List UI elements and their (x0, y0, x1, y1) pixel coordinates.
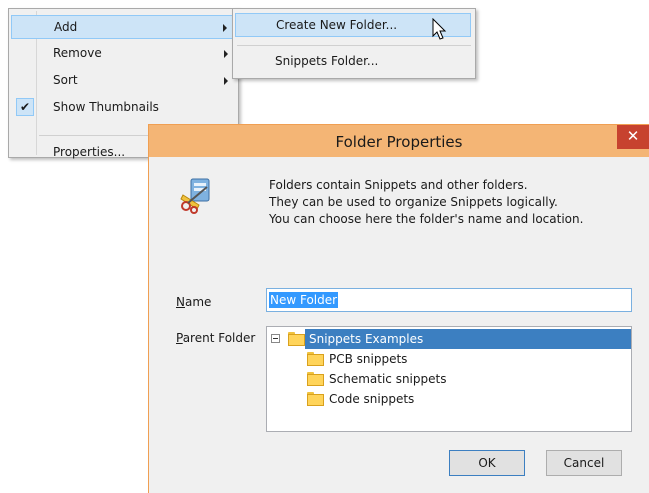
dialog-title: Folder Properties (335, 133, 463, 151)
folder-properties-dialog: Folder Properties ✕ Folders contain Snip… (148, 124, 649, 493)
folder-icon (288, 332, 306, 346)
description-line: Folders contain Snippets and other folde… (269, 178, 528, 192)
menu-item-label: Show Thumbnails (53, 100, 159, 114)
close-icon: ✕ (626, 127, 640, 145)
close-button[interactable]: ✕ (617, 125, 649, 149)
folder-name-value: New Folder (269, 292, 339, 308)
menu-separator (237, 45, 471, 46)
submenu-arrow-icon (224, 77, 228, 85)
menu-item-remove[interactable]: Remove (11, 42, 236, 66)
ok-button[interactable]: OK (449, 450, 525, 476)
menu-item-label: Add (54, 20, 78, 34)
tree-item-label: Schematic snippets (329, 372, 447, 386)
dialog-titlebar[interactable]: Folder Properties ✕ (149, 125, 649, 157)
submenu-arrow-icon (223, 24, 227, 32)
tree-item-label: PCB snippets (329, 352, 408, 366)
name-label-rest: ame (184, 295, 212, 309)
menu-item-label: Sort (53, 73, 78, 87)
checkmark-icon: ✔ (16, 98, 34, 116)
description-line: You can choose here the folder's name an… (269, 212, 584, 226)
menu-item-label: Snippets Folder... (275, 54, 379, 68)
tree-item-label: Snippets Examples (309, 332, 424, 346)
cancel-button[interactable]: Cancel (546, 450, 622, 476)
folder-name-input[interactable]: New Folder (266, 288, 632, 312)
menu-item-show-thumbnails[interactable]: ✔ Show Thumbnails (11, 96, 236, 120)
folder-icon (307, 392, 325, 406)
name-label: Name (176, 295, 211, 309)
tree-item-snippets-examples[interactable]: Snippets Examples (267, 329, 631, 349)
mouse-cursor-icon (432, 18, 447, 40)
collapse-icon[interactable] (271, 334, 280, 343)
menu-item-sort[interactable]: Sort (11, 69, 236, 93)
parent-folder-label: Parent Folder (176, 331, 255, 345)
snippets-folder-icon (180, 178, 210, 214)
menu-item-label: Properties... (53, 145, 126, 159)
description-line: They can be used to organize Snippets lo… (269, 195, 558, 209)
parent-label-mnemonic: P (176, 331, 183, 345)
name-label-mnemonic: N (176, 295, 185, 309)
menu-item-add[interactable]: Add (11, 15, 236, 39)
dialog-description: Folders contain Snippets and other folde… (269, 177, 583, 228)
folder-icon (307, 352, 325, 366)
submenu-arrow-icon (224, 50, 228, 58)
folder-icon (307, 372, 325, 386)
parent-folder-tree[interactable]: Snippets Examples PCB snippets Schematic… (266, 326, 632, 432)
menu-item-snippets-folder[interactable]: Snippets Folder... (235, 50, 471, 74)
tree-item-label: Code snippets (329, 392, 415, 406)
parent-label-rest: arent Folder (182, 331, 256, 345)
menu-item-label: Remove (53, 46, 102, 60)
menu-item-label: Create New Folder... (276, 18, 398, 32)
